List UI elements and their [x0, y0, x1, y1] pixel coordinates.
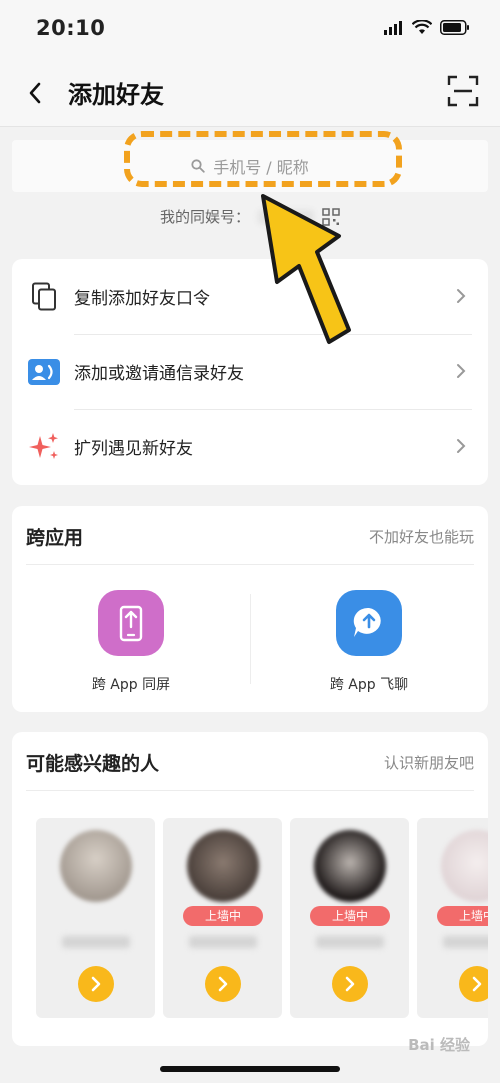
people-carousel[interactable]: 上墙中 上墙中 上墙中 [36, 818, 488, 1018]
screen-share-label: 跨 App 同屏 [91, 677, 171, 693]
avatar [441, 830, 488, 902]
chevron-right-icon [457, 289, 466, 303]
cross-app-title: 跨应用 [26, 527, 84, 549]
add-person-button[interactable] [205, 966, 241, 1002]
chevron-right-icon [457, 364, 466, 378]
person-name [443, 936, 488, 948]
person-card[interactable]: 上墙中 [290, 818, 409, 1018]
wifi-icon [412, 20, 432, 34]
meet-new-friends-item[interactable]: 扩列遇见新好友 [12, 409, 488, 484]
scan-button[interactable] [446, 74, 480, 108]
chat-label: 跨 App 飞聊 [329, 677, 409, 693]
person-name [189, 936, 257, 948]
copy-invite-code-item[interactable]: 复制添加好友口令 [12, 259, 488, 334]
avatar [314, 830, 386, 902]
status-badge: 上墙中 [310, 906, 390, 926]
status-badge: 上墙中 [437, 906, 488, 926]
status-icons [384, 20, 470, 35]
chevron-right-icon [457, 439, 466, 453]
suggested-title: 可能感兴趣的人 [26, 753, 160, 775]
watermark-logo: Bai 经验 [408, 1036, 470, 1054]
cross-app-screen-share[interactable]: 跨 App 同屏 [12, 590, 250, 694]
chevron-right-icon [91, 976, 101, 992]
status-badge: 上墙中 [183, 906, 263, 926]
copy-icon [28, 282, 60, 311]
status-time: 20:10 [36, 16, 106, 40]
screen-share-icon [98, 590, 164, 656]
person-card[interactable] [36, 818, 155, 1018]
copy-invite-code-label: 复制添加好友口令 [74, 289, 210, 309]
chat-bubble-icon [336, 590, 402, 656]
cross-app-subtitle: 不加好友也能玩 [368, 528, 474, 546]
status-bar: 20:10 [0, 0, 500, 60]
divider [26, 564, 474, 565]
my-id-row: 我的同娱号： [0, 206, 500, 227]
add-person-button[interactable] [459, 966, 488, 1002]
suggested-people-card: 可能感兴趣的人 认识新朋友吧 上墙中 上墙中 上墙 [12, 732, 488, 1046]
suggested-subtitle: 认识新朋友吧 [383, 754, 474, 772]
sparkle-icon [28, 433, 60, 461]
invite-contacts-item[interactable]: 添加或邀请通信录好友 [12, 334, 488, 409]
chevron-left-icon [29, 82, 41, 104]
add-friend-actions-card: 复制添加好友口令 添加或邀请通信录好友 扩列遇见新好友 [12, 259, 488, 485]
avatar [187, 830, 259, 902]
meet-new-friends-label: 扩列遇见新好友 [74, 439, 193, 459]
pointer-arrow-annotation [261, 194, 351, 344]
divider [26, 790, 474, 791]
chevron-right-icon [472, 976, 482, 992]
invite-contacts-label: 添加或邀请通信录好友 [74, 364, 244, 384]
my-id-label: 我的同娱号： [159, 208, 250, 226]
chevron-right-icon [218, 976, 228, 992]
nav-bar: 添加好友 [0, 60, 500, 127]
avatar [60, 830, 132, 902]
home-indicator [160, 1066, 340, 1072]
person-card[interactable]: 上墙中 [417, 818, 488, 1018]
cross-app-card: 跨应用 不加好友也能玩 跨 App 同屏 跨 App 飞聊 [12, 506, 488, 712]
signal-icon [384, 20, 402, 35]
search-highlight-annotation [124, 131, 402, 187]
cross-app-header: 跨应用 不加好友也能玩 [12, 506, 488, 564]
back-button[interactable] [20, 76, 50, 110]
page-title: 添加好友 [68, 81, 164, 109]
person-name [316, 936, 384, 948]
chevron-right-icon [345, 976, 355, 992]
person-card[interactable]: 上墙中 [163, 818, 282, 1018]
battery-icon [440, 20, 469, 35]
cross-app-chat[interactable]: 跨 App 飞聊 [250, 590, 488, 694]
add-person-button[interactable] [78, 966, 114, 1002]
add-person-button[interactable] [332, 966, 368, 1002]
person-name [62, 936, 130, 948]
suggested-header: 可能感兴趣的人 认识新朋友吧 [12, 732, 488, 790]
contacts-icon [28, 358, 60, 386]
scan-icon [447, 75, 479, 107]
